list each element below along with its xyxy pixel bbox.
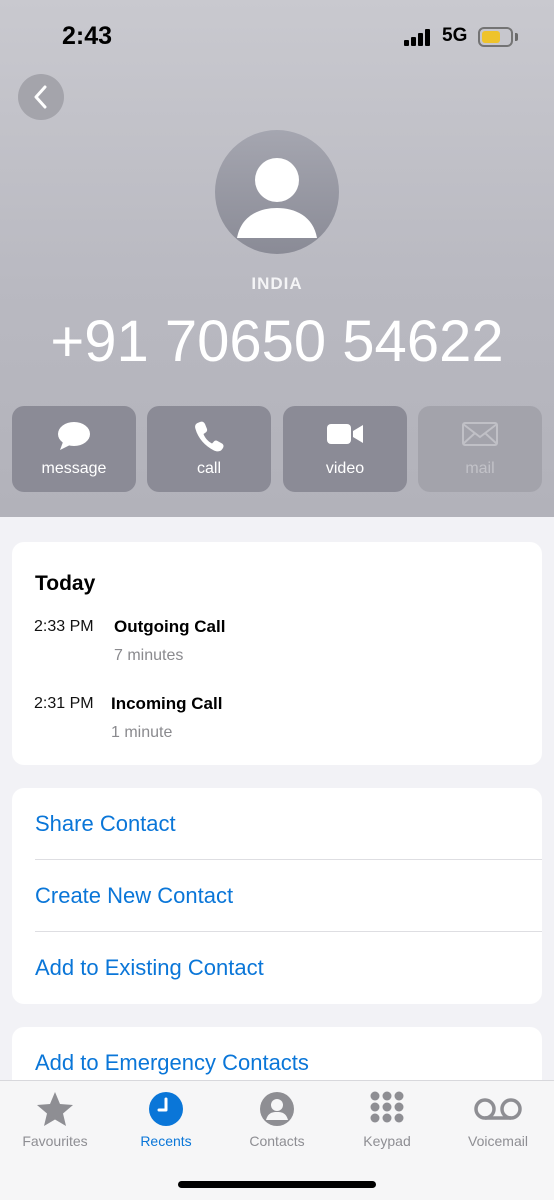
call-history-heading: Today <box>35 572 96 595</box>
message-label: message <box>41 460 107 477</box>
call-type: Incoming Call <box>111 694 223 713</box>
home-indicator[interactable] <box>178 1181 376 1188</box>
network-type: 5G <box>442 25 468 46</box>
contact-country: INDIA <box>251 274 303 293</box>
call-duration: 1 minute <box>111 724 173 741</box>
person-circle-icon <box>260 1092 294 1126</box>
person-silhouette-icon <box>237 158 317 238</box>
tab-voicemail[interactable]: Voicemail <box>443 1081 553 1161</box>
video-label: video <box>325 460 365 477</box>
tab-label: Voicemail <box>468 1133 528 1149</box>
status-bar: 2:43 5G <box>0 0 554 70</box>
call-label: call <box>196 460 221 477</box>
battery-cap <box>515 33 518 41</box>
contact-options-card: Share Contact Create New Contact Add to … <box>12 788 542 1004</box>
call-history-card: Today 2:33 PM Outgoing Call 7 minutes 2:… <box>12 542 542 765</box>
call-time: 2:33 PM <box>34 618 94 635</box>
create-new-contact-link[interactable]: Create New Contact <box>35 860 542 932</box>
call-type: Outgoing Call <box>114 617 226 636</box>
star-icon <box>37 1092 73 1126</box>
add-to-existing-contact-link[interactable]: Add to Existing Contact <box>35 932 542 1004</box>
message-button[interactable]: message <box>12 406 136 492</box>
back-button[interactable] <box>18 74 64 120</box>
cellular-signal-icon <box>404 28 434 46</box>
contact-avatar <box>215 130 339 254</box>
voicemail-icon <box>474 1098 522 1120</box>
tab-recents[interactable]: Recents <box>111 1081 221 1161</box>
tab-keypad[interactable]: Keypad <box>332 1081 442 1161</box>
tab-label: Favourites <box>22 1133 88 1149</box>
clock-icon <box>149 1092 183 1126</box>
mail-envelope-icon <box>462 422 498 446</box>
keypad-icon <box>370 1091 404 1123</box>
mail-button[interactable]: mail <box>418 406 542 492</box>
phone-icon <box>195 421 224 452</box>
mail-label: mail <box>465 460 495 477</box>
contact-header: 2:43 5G INDIA +91 70650 54622 message ca… <box>0 0 554 517</box>
call-duration: 7 minutes <box>114 647 184 664</box>
call-time: 2:31 PM <box>34 695 94 712</box>
tab-contacts[interactable]: Contacts <box>222 1081 332 1161</box>
tab-favourites[interactable]: Favourites <box>0 1081 110 1161</box>
battery-icon <box>478 27 513 47</box>
video-button[interactable]: video <box>283 406 407 492</box>
video-camera-icon <box>327 424 363 444</box>
tab-label: Contacts <box>249 1133 305 1149</box>
contact-phone-number[interactable]: +91 70650 54622 <box>0 308 554 375</box>
status-time: 2:43 <box>62 22 113 50</box>
tab-label: Keypad <box>363 1133 411 1149</box>
message-bubble-icon <box>58 422 90 450</box>
chevron-left-icon <box>34 85 47 109</box>
share-contact-link[interactable]: Share Contact <box>35 788 542 860</box>
call-button[interactable]: call <box>147 406 271 492</box>
tab-label: Recents <box>140 1133 192 1149</box>
